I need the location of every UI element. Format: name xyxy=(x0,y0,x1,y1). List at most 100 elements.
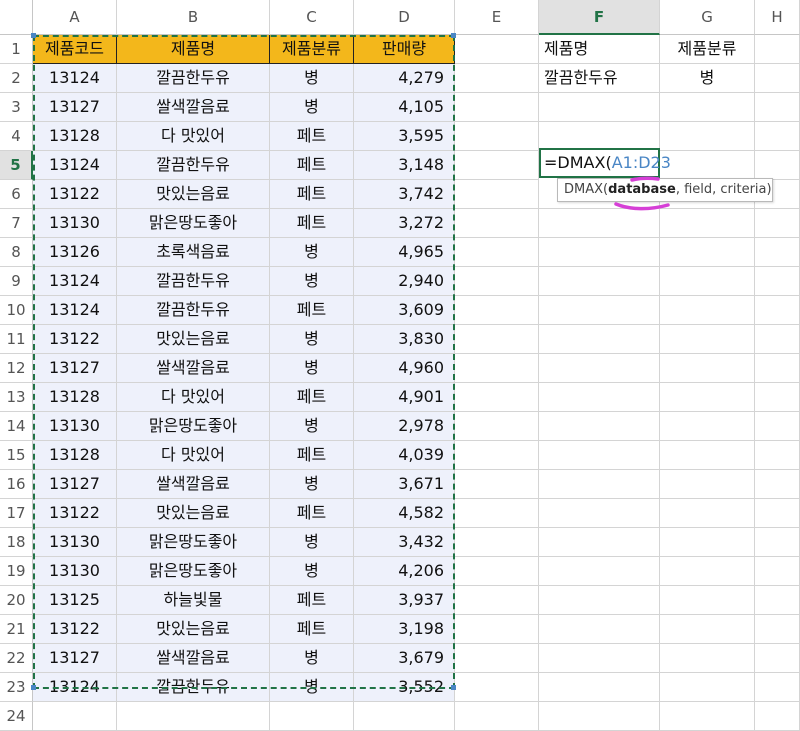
cell-product-name[interactable]: 깔끔한두유 xyxy=(117,296,270,325)
cell-product-code[interactable]: 13128 xyxy=(33,122,117,151)
cell-product-type[interactable]: 페트 xyxy=(270,499,354,528)
empty-cell[interactable] xyxy=(660,238,755,267)
cell-product-name[interactable]: 다 맛있어 xyxy=(117,122,270,151)
cell-product-name[interactable]: 맛있는음료 xyxy=(117,499,270,528)
empty-cell[interactable] xyxy=(660,151,755,180)
cell-sales[interactable]: 2,978 xyxy=(354,412,455,441)
cell-product-code[interactable]: 13127 xyxy=(33,354,117,383)
cell-product-code[interactable]: 13124 xyxy=(33,267,117,296)
empty-cell[interactable] xyxy=(455,412,539,441)
criteria-header-product-name[interactable]: 제품명 xyxy=(539,35,660,64)
header-product-name[interactable]: 제품명 xyxy=(117,35,270,64)
empty-cell[interactable] xyxy=(660,644,755,673)
empty-cell[interactable] xyxy=(455,586,539,615)
empty-cell[interactable] xyxy=(539,93,660,122)
row-header-18[interactable]: 18 xyxy=(0,528,33,557)
range-handle[interactable] xyxy=(31,685,36,690)
cell-product-name[interactable]: 깔끔한두유 xyxy=(117,151,270,180)
empty-cell[interactable] xyxy=(455,209,539,238)
row-header-7[interactable]: 7 xyxy=(0,209,33,238)
cell-product-name[interactable]: 맛있는음료 xyxy=(117,325,270,354)
cell-product-code[interactable]: 13126 xyxy=(33,238,117,267)
cell-product-type[interactable]: 병 xyxy=(270,354,354,383)
cell-sales[interactable]: 4,901 xyxy=(354,383,455,412)
empty-cell[interactable] xyxy=(539,557,660,586)
cell-sales[interactable]: 3,679 xyxy=(354,644,455,673)
cell-sales[interactable]: 4,582 xyxy=(354,499,455,528)
cell-sales[interactable]: 3,432 xyxy=(354,528,455,557)
empty-cell[interactable] xyxy=(755,209,800,238)
empty-cell[interactable] xyxy=(755,412,800,441)
empty-cell[interactable] xyxy=(539,325,660,354)
column-header-e[interactable]: E xyxy=(455,0,539,35)
cell-sales[interactable]: 3,671 xyxy=(354,470,455,499)
cell-sales[interactable]: 3,937 xyxy=(354,586,455,615)
row-header-11[interactable]: 11 xyxy=(0,325,33,354)
cell-product-type[interactable]: 병 xyxy=(270,557,354,586)
empty-cell[interactable] xyxy=(539,470,660,499)
empty-cell[interactable] xyxy=(755,93,800,122)
row-header-2[interactable]: 2 xyxy=(0,64,33,93)
empty-cell[interactable] xyxy=(660,702,755,731)
empty-cell[interactable] xyxy=(455,441,539,470)
empty-cell[interactable] xyxy=(539,615,660,644)
empty-cell[interactable] xyxy=(455,528,539,557)
cell-product-code[interactable]: 13124 xyxy=(33,64,117,93)
criteria-header-product-type[interactable]: 제품분류 xyxy=(660,35,755,64)
empty-cell[interactable] xyxy=(539,644,660,673)
column-header-g[interactable]: G xyxy=(660,0,755,35)
column-header-d[interactable]: D xyxy=(354,0,455,35)
cell-product-name[interactable]: 맑은땅도좋아 xyxy=(117,557,270,586)
empty-cell[interactable] xyxy=(660,325,755,354)
cell-product-type[interactable]: 페트 xyxy=(270,296,354,325)
empty-cell[interactable] xyxy=(455,557,539,586)
row-header-22[interactable]: 22 xyxy=(0,644,33,673)
cell-product-type[interactable]: 페트 xyxy=(270,209,354,238)
cell-sales[interactable]: 2,940 xyxy=(354,267,455,296)
empty-cell[interactable] xyxy=(539,499,660,528)
empty-cell[interactable] xyxy=(755,64,800,93)
cell-product-name[interactable]: 하늘빛물 xyxy=(117,586,270,615)
cell-product-type[interactable]: 병 xyxy=(270,267,354,296)
cell-sales[interactable]: 4,105 xyxy=(354,93,455,122)
empty-cell[interactable] xyxy=(660,673,755,702)
cell-sales[interactable]: 3,552 xyxy=(354,673,455,702)
empty-cell[interactable] xyxy=(455,383,539,412)
empty-cell[interactable] xyxy=(660,528,755,557)
cell-sales[interactable]: 3,742 xyxy=(354,180,455,209)
empty-cell[interactable] xyxy=(455,644,539,673)
empty-cell[interactable] xyxy=(455,499,539,528)
header-product-code[interactable]: 제품코드 xyxy=(33,35,117,64)
cell-product-code[interactable]: 13124 xyxy=(33,296,117,325)
select-all-corner[interactable] xyxy=(0,0,33,35)
empty-cell[interactable] xyxy=(354,702,455,731)
range-handle[interactable] xyxy=(451,33,456,38)
function-tooltip[interactable]: DMAX(database, field, criteria) xyxy=(557,178,773,202)
empty-cell[interactable] xyxy=(755,615,800,644)
empty-cell[interactable] xyxy=(455,267,539,296)
empty-cell[interactable] xyxy=(660,296,755,325)
empty-cell[interactable] xyxy=(755,499,800,528)
empty-cell[interactable] xyxy=(755,702,800,731)
cell-product-code[interactable]: 13122 xyxy=(33,499,117,528)
active-cell-f5-formula[interactable]: =DMAX(A1:D23 xyxy=(539,148,671,178)
cell-product-name[interactable]: 쌀색깔음료 xyxy=(117,93,270,122)
empty-cell[interactable] xyxy=(660,412,755,441)
empty-cell[interactable] xyxy=(539,354,660,383)
cell-product-name[interactable]: 쌀색깔음료 xyxy=(117,354,270,383)
empty-cell[interactable] xyxy=(660,354,755,383)
empty-cell[interactable] xyxy=(755,383,800,412)
cell-sales[interactable]: 3,595 xyxy=(354,122,455,151)
row-header-16[interactable]: 16 xyxy=(0,470,33,499)
column-header-f[interactable]: F xyxy=(539,0,660,35)
header-product-type[interactable]: 제품분류 xyxy=(270,35,354,64)
cell-product-code[interactable]: 13122 xyxy=(33,615,117,644)
empty-cell[interactable] xyxy=(539,528,660,557)
cell-product-name[interactable]: 깔끔한두유 xyxy=(117,64,270,93)
empty-cell[interactable] xyxy=(539,122,660,151)
row-header-9[interactable]: 9 xyxy=(0,267,33,296)
cell-product-code[interactable]: 13122 xyxy=(33,180,117,209)
row-header-14[interactable]: 14 xyxy=(0,412,33,441)
cell-product-type[interactable]: 페트 xyxy=(270,615,354,644)
cell-sales[interactable]: 3,830 xyxy=(354,325,455,354)
